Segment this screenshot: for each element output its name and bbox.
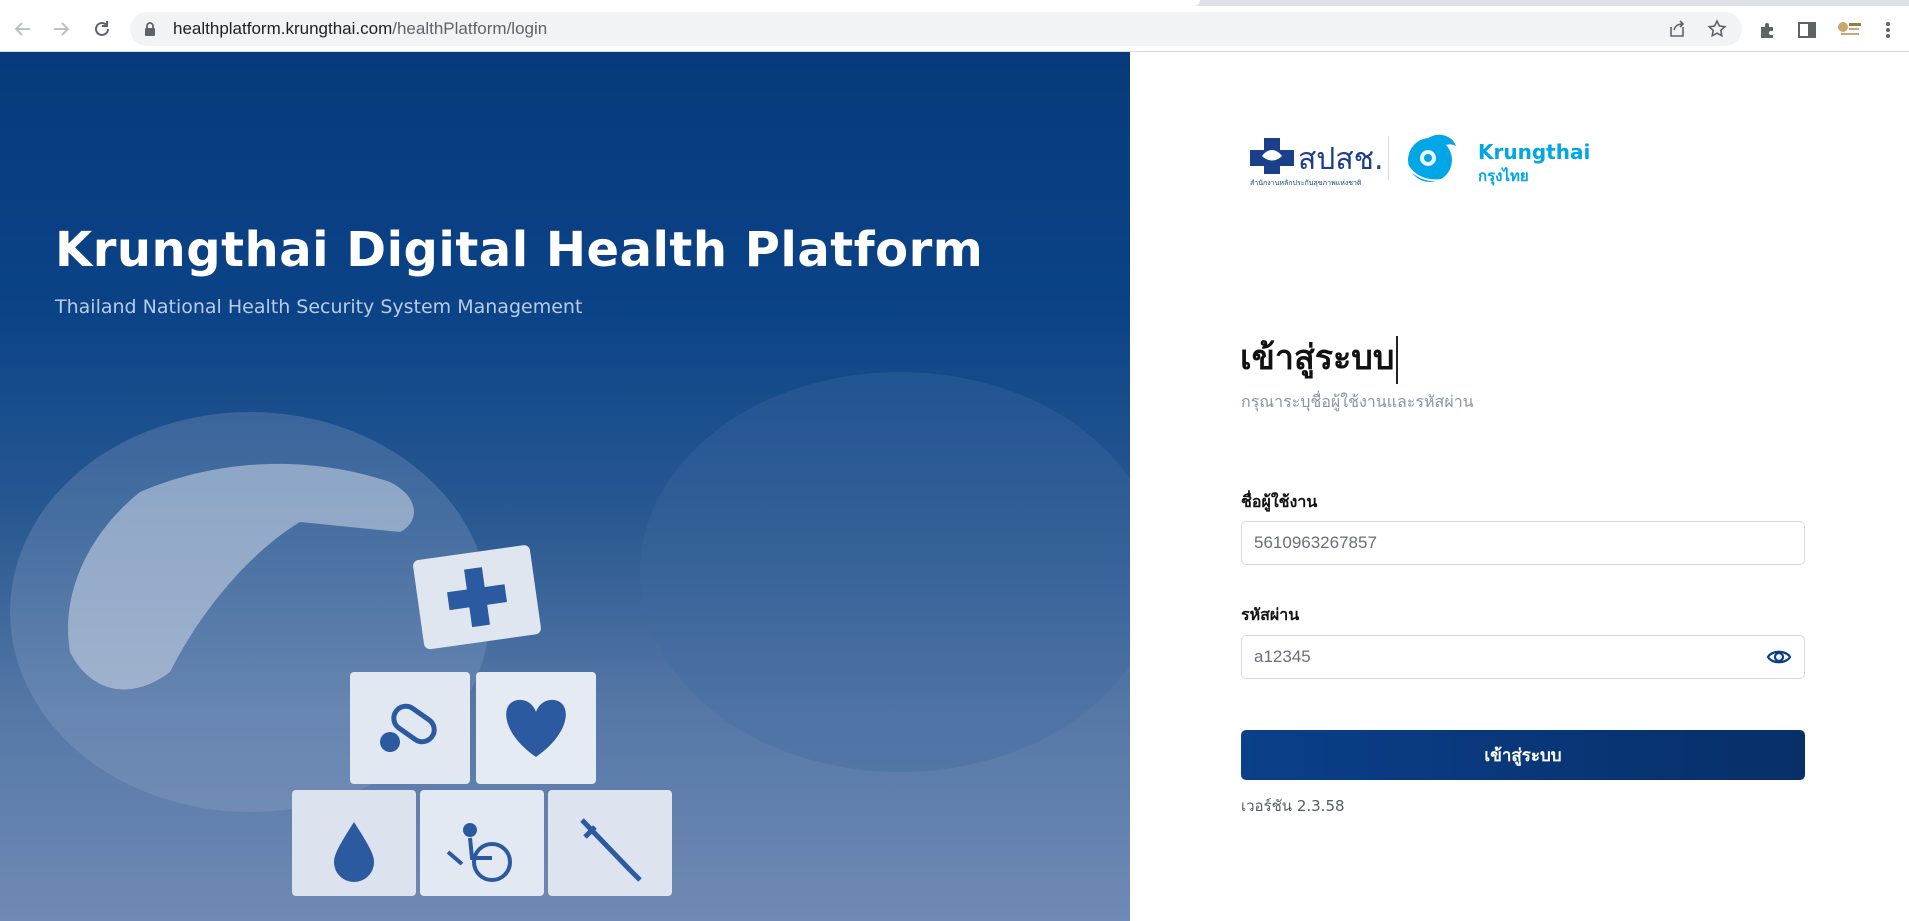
hero-title: Krungthai Digital Health Platform — [55, 222, 984, 278]
url-host: healthplatform.krungthai.com — [173, 19, 393, 38]
eye-icon[interactable] — [1766, 646, 1792, 668]
profile-avatar[interactable] — [1835, 19, 1863, 39]
side-panel-icon — [1798, 22, 1816, 38]
nhso-logo-icon — [1250, 138, 1294, 174]
share-icon — [1670, 20, 1685, 37]
browser-toolbar: healthplatform.krungthai.com/healthPlatf… — [0, 6, 1909, 52]
username-label: ชื่อผู้ใช้งาน — [1241, 492, 1318, 511]
login-button[interactable]: เข้าสู่ระบบ — [1241, 730, 1805, 780]
hero-subtitle: Thailand National Health Security System… — [55, 296, 583, 318]
side-panel-button[interactable] — [1795, 18, 1819, 42]
more-vertical-icon — [1886, 22, 1890, 38]
address-bar[interactable]: healthplatform.krungthai.com/healthPlatf… — [130, 12, 1742, 46]
login-subtitle: กรุณาระบุชื่อผู้ใช้งานและรหัสผ่าน — [1241, 392, 1474, 411]
avatar-icon — [1838, 22, 1861, 35]
login-title-text: เข้าสู่ระบบ — [1240, 338, 1395, 378]
back-button[interactable] — [8, 14, 38, 44]
arrow-left-icon — [14, 22, 30, 36]
menu-button[interactable] — [1876, 18, 1900, 42]
login-panel: สปสช. สำนักงานหลักประกันสุขภาพแห่งชาติ K… — [1130, 52, 1909, 921]
url-text[interactable]: healthplatform.krungthai.com/healthPlatf… — [173, 19, 547, 39]
puzzle-icon — [1761, 23, 1773, 38]
nhso-name: สปสช. — [1298, 142, 1384, 177]
hero-banner: Krungthai Digital Health Platform Thaila… — [0, 52, 1130, 921]
share-button[interactable] — [1666, 18, 1688, 40]
version-text: เวอร์ชัน 2.3.58 — [1241, 797, 1345, 815]
lock-icon[interactable] — [142, 21, 158, 37]
bookmark-button[interactable] — [1706, 18, 1728, 40]
password-input[interactable] — [1254, 636, 1754, 678]
text-cursor — [1396, 335, 1399, 384]
health-blocks-illustration — [10, 372, 1130, 896]
logo-divider — [1388, 136, 1389, 180]
login-title: เข้าสู่ระบบ — [1240, 330, 1399, 384]
extensions-button[interactable] — [1756, 18, 1780, 42]
arrow-right-icon — [54, 22, 70, 36]
star-icon — [1707, 19, 1727, 38]
partner-logos: สปสช. สำนักงานหลักประกันสุขภาพแห่งชาติ K… — [1248, 130, 1590, 190]
url-path: /healthPlatform/login — [392, 19, 548, 38]
krungthai-name: Krungthai — [1478, 140, 1591, 164]
reload-icon — [95, 21, 109, 36]
password-field[interactable] — [1241, 635, 1805, 679]
krungthai-bird-icon — [1407, 134, 1456, 182]
krungthai-thai-name: กรุงไทย — [1478, 167, 1529, 185]
reload-button[interactable] — [87, 14, 117, 44]
username-field[interactable] — [1241, 521, 1805, 565]
username-input[interactable] — [1254, 522, 1754, 564]
forward-button[interactable] — [46, 14, 76, 44]
password-label: รหัสผ่าน — [1241, 605, 1300, 624]
nhso-fullname: สำนักงานหลักประกันสุขภาพแห่งชาติ — [1250, 179, 1362, 187]
